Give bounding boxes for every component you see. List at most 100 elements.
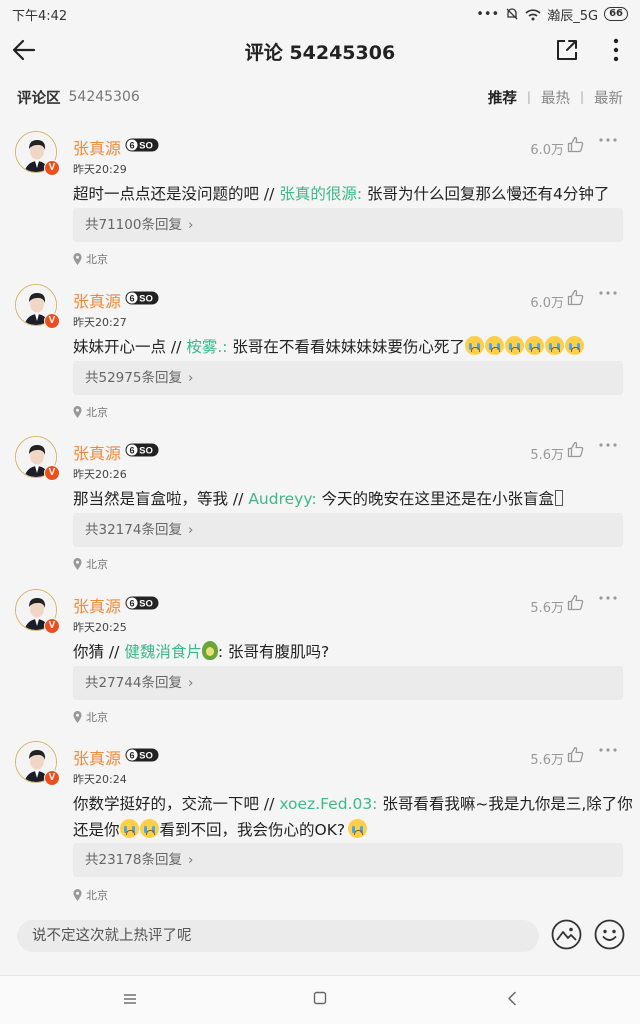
thumbs-up-icon[interactable] — [567, 441, 584, 458]
svg-text:SO: SO — [139, 599, 153, 610]
thumbs-up-icon[interactable] — [567, 746, 584, 763]
mention-link[interactable]: 桉雾.: — [186, 338, 227, 356]
location-pin-icon — [73, 558, 82, 570]
more-horizontal-icon[interactable] — [598, 593, 618, 603]
comment-text: 妹妹开心一点 // 桉雾.: 张哥在不看看妹妹妹妹要伤心死了 — [73, 334, 633, 360]
crying-emoji-icon — [524, 336, 544, 355]
svg-text:6: 6 — [129, 750, 134, 760]
verified-badge-icon: V — [44, 770, 60, 786]
chevron-right-icon: › — [187, 852, 194, 868]
status-icons: ••• 瀚辰_5G 66 — [476, 5, 628, 24]
share-icon[interactable] — [554, 37, 580, 63]
more-horizontal-icon[interactable] — [598, 288, 618, 298]
back-icon[interactable] — [506, 991, 518, 1006]
status-time: 下午4:42 — [12, 8, 68, 24]
avatar[interactable]: V — [15, 436, 60, 481]
svg-text:SO: SO — [139, 141, 153, 152]
view-replies-button[interactable]: 共32174条回复 › — [73, 513, 623, 547]
comment-item: V 张真源 6 SO 昨天20:24 5.6万 你数学挺好的，交流一下吧 // x… — [0, 741, 640, 907]
crying-emoji-icon — [504, 336, 524, 355]
tab-recommended[interactable]: 推荐 — [488, 87, 517, 108]
comment-author[interactable]: 张真源 — [73, 745, 121, 769]
verified-badge-icon: V — [44, 313, 60, 329]
avocado-emoji-icon — [201, 641, 218, 660]
comment-author[interactable]: 张真源 — [73, 593, 121, 617]
avatar[interactable]: V — [15, 589, 60, 634]
level-badge-icon: 6 SO — [125, 596, 159, 610]
crying-emoji-icon — [139, 819, 159, 838]
view-replies-button[interactable]: 共23178条回复 › — [73, 843, 623, 877]
carrier-label: 瀚辰_5G — [547, 8, 599, 24]
tab-newest[interactable]: 最新 — [594, 87, 623, 108]
level-badge-icon: 6 SO — [125, 443, 159, 457]
comment-location: 北京 — [73, 709, 108, 725]
home-icon[interactable] — [313, 991, 327, 1005]
more-vertical-icon[interactable] — [606, 37, 626, 63]
verified-badge-icon: V — [44, 618, 60, 634]
view-replies-button[interactable]: 共71100条回复 › — [73, 208, 623, 242]
comment-author[interactable]: 张真源 — [73, 440, 121, 464]
arrow-left-icon[interactable] — [10, 36, 38, 64]
avatar[interactable]: V — [15, 131, 60, 176]
tab-hottest[interactable]: 最热 — [541, 87, 570, 108]
comment-text: 你猜 // 健魏消食片: 张哥有腹肌吗? — [73, 641, 330, 661]
view-replies-button[interactable]: 共27744条回复 › — [73, 666, 623, 700]
svg-text:6: 6 — [129, 140, 134, 150]
location-pin-icon — [73, 253, 82, 265]
tab-divider: | — [526, 90, 531, 104]
sort-tabs: 推荐 | 最热 | 最新 — [488, 87, 623, 108]
comment-author[interactable]: 张真源 — [73, 288, 121, 312]
mention-link[interactable]: 张真的很源: — [279, 185, 362, 203]
reply-count: 共27744条回复 — [85, 675, 182, 691]
comment-time: 昨天20:26 — [73, 468, 127, 481]
nav-bar: 评论 54245306 — [0, 28, 640, 72]
tab-divider: | — [579, 90, 584, 104]
comment-item: V 张真源 6 SO 昨天20:25 5.6万 你猜 // 健魏消食片: 张哥有腹… — [0, 589, 640, 729]
section-count: 54245306 — [68, 89, 140, 105]
comment-section-header: 评论区 54245306 推荐 | 最热 | 最新 — [0, 80, 640, 114]
like-count: 6.0万 — [530, 143, 564, 158]
mention-link[interactable]: 健魏消食片 — [124, 643, 202, 661]
svg-text:6: 6 — [129, 598, 134, 608]
avatar[interactable]: V — [15, 284, 60, 329]
level-badge-icon: 6 SO — [125, 748, 159, 762]
wifi-icon — [525, 8, 541, 20]
more-horizontal-icon[interactable] — [598, 135, 618, 145]
crying-emoji-icon — [119, 819, 139, 838]
svg-text:SO: SO — [139, 446, 153, 457]
chevron-right-icon: › — [187, 522, 194, 538]
more-horizontal-icon[interactable] — [598, 745, 618, 755]
thumbs-up-icon[interactable] — [567, 594, 584, 611]
comment-time: 昨天20:24 — [73, 773, 127, 786]
thumbs-up-icon[interactable] — [567, 289, 584, 306]
comment-location: 北京 — [73, 556, 108, 572]
svg-text:SO: SO — [139, 294, 153, 305]
status-bar: 下午4:42 ••• 瀚辰_5G 66 — [0, 0, 640, 28]
location-pin-icon — [73, 711, 82, 723]
battery-icon: 66 — [604, 7, 628, 21]
reply-count: 共23178条回复 — [85, 852, 182, 868]
crying-emoji-icon — [348, 819, 368, 838]
crying-emoji-icon — [464, 336, 484, 355]
thumbs-up-icon[interactable] — [567, 136, 584, 153]
mention-link[interactable]: Audreyy: — [248, 490, 316, 508]
location-pin-icon — [73, 889, 82, 901]
crying-emoji-icon — [564, 336, 584, 355]
reply-count: 共52975条回复 — [85, 370, 182, 386]
comment-location: 北京 — [73, 887, 108, 903]
comment-time: 昨天20:25 — [73, 621, 127, 634]
like-count: 5.6万 — [530, 448, 564, 463]
comment-time: 昨天20:27 — [73, 316, 127, 329]
menu-icon[interactable] — [123, 992, 137, 1006]
mention-link[interactable]: xoez.Fed.03: — [279, 795, 377, 813]
comment-author[interactable]: 张真源 — [73, 135, 121, 159]
crying-emoji-icon — [544, 336, 564, 355]
chevron-right-icon: › — [187, 675, 194, 691]
view-replies-button[interactable]: 共52975条回复 › — [73, 361, 623, 395]
image-icon[interactable] — [551, 919, 582, 950]
svg-text:6: 6 — [129, 445, 134, 455]
more-horizontal-icon[interactable] — [598, 440, 618, 450]
avatar[interactable]: V — [15, 741, 60, 786]
smiley-icon[interactable] — [594, 919, 625, 950]
comment-input[interactable]: 说不定这次就上热评了呢 — [17, 920, 539, 952]
